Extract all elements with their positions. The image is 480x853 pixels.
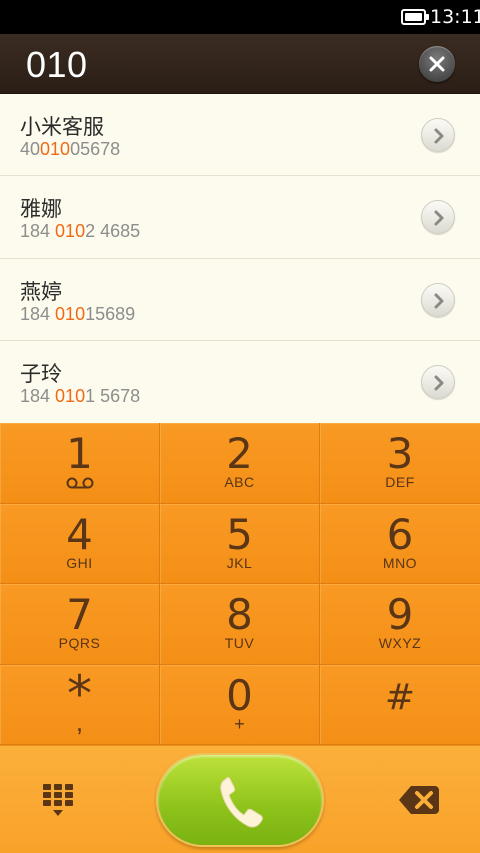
clear-x-icon [429, 56, 445, 72]
key-digit: 4 [66, 509, 93, 559]
contact-detail-button[interactable] [421, 200, 455, 235]
key-hash[interactable]: # [320, 664, 480, 745]
key-7[interactable]: 7 PQRS [0, 584, 160, 665]
key-digit: 8 [226, 590, 253, 639]
key-digit: 6 [386, 509, 414, 559]
dialed-number: 010 [26, 44, 88, 85]
key-letters: DEF [385, 474, 415, 490]
key-digit: 9 [386, 590, 414, 639]
key-5[interactable]: 5 JKL [160, 503, 320, 584]
contact-name: 小米客服 [20, 115, 104, 139]
backspace-icon[interactable] [399, 786, 439, 814]
number-match-highlight: 010 [40, 139, 71, 159]
contact-detail-button[interactable] [421, 118, 455, 152]
dial-keypad: 1 2 ABC 3 DEF 4 GHI 5 JKL 6 MNO 7 PQRS 8… [0, 423, 480, 745]
list-item[interactable]: 雅娜 184 0102 4685 [0, 176, 480, 259]
key-6[interactable]: 6 MNO [320, 503, 480, 584]
key-digit: 0 [226, 670, 253, 720]
status-bar: 13:11 [0, 0, 480, 34]
contact-name: 雅娜 [20, 197, 62, 222]
number-match-highlight: 010 [55, 385, 86, 406]
call-button[interactable] [156, 753, 324, 847]
clear-number-button[interactable] [419, 46, 455, 82]
key-digit: 3 [386, 429, 414, 478]
key-1[interactable]: 1 [0, 423, 160, 504]
key-digit: # [384, 676, 416, 718]
contact-number: 184 0101 5678 [20, 385, 141, 406]
contact-number: 184 0102 4685 [20, 221, 141, 242]
key-9[interactable]: 9 WXYZ [320, 584, 480, 665]
key-star[interactable]: * , [0, 664, 160, 745]
status-time: 13:11 [430, 6, 480, 28]
key-8[interactable]: 8 TUV [160, 584, 320, 665]
contact-number: 184 01015689 [20, 303, 136, 324]
key-digit: 7 [66, 590, 93, 639]
contact-name: 燕婷 [20, 279, 62, 304]
key-digit: 5 [226, 509, 253, 559]
key-letters: , [75, 706, 84, 737]
list-item[interactable]: 燕婷 184 01015689 [0, 259, 480, 341]
key-3[interactable]: 3 DEF [320, 423, 480, 504]
key-letters: JKL [226, 554, 253, 571]
chevron-right-icon [434, 128, 444, 144]
contact-detail-button[interactable] [421, 282, 455, 317]
key-letters: WXYZ [378, 635, 422, 651]
phone-handset-icon [220, 777, 263, 828]
list-item[interactable]: 小米客服 4001005678 [0, 94, 480, 177]
key-4[interactable]: 4 GHI [0, 503, 160, 584]
dialer-action-bar [0, 745, 480, 853]
key-letters: GHI [66, 554, 93, 571]
key-2[interactable]: 2 ABC [160, 423, 320, 504]
key-letters: TUV [224, 635, 255, 651]
number-match-highlight: 010 [55, 303, 86, 324]
dial-header: 010 [0, 34, 480, 94]
key-digit: 2 [226, 429, 253, 478]
key-letters: ABC [224, 474, 255, 490]
contact-number: 4001005678 [20, 139, 121, 159]
chevron-right-icon [434, 210, 444, 226]
list-item[interactable]: 子玲 184 0101 5678 [0, 341, 480, 423]
key-digit: 1 [66, 429, 93, 478]
key-letters: MNO [382, 554, 418, 571]
contact-suggestions-list: 小米客服 4001005678 雅娜 184 0102 4685 燕婷 184 … [0, 94, 480, 423]
number-match-highlight: 010 [55, 221, 86, 242]
key-letters: + [234, 713, 245, 734]
voicemail-icon [66, 477, 94, 489]
chevron-right-icon [434, 375, 444, 391]
dialpad-grid-icon[interactable] [43, 784, 75, 818]
contact-detail-button[interactable] [421, 364, 455, 399]
chevron-right-icon [434, 293, 444, 308]
key-0[interactable]: 0 + [160, 664, 320, 745]
key-letters: PQRS [58, 635, 101, 651]
battery-full-icon [401, 9, 429, 25]
contact-name: 子玲 [20, 361, 62, 386]
